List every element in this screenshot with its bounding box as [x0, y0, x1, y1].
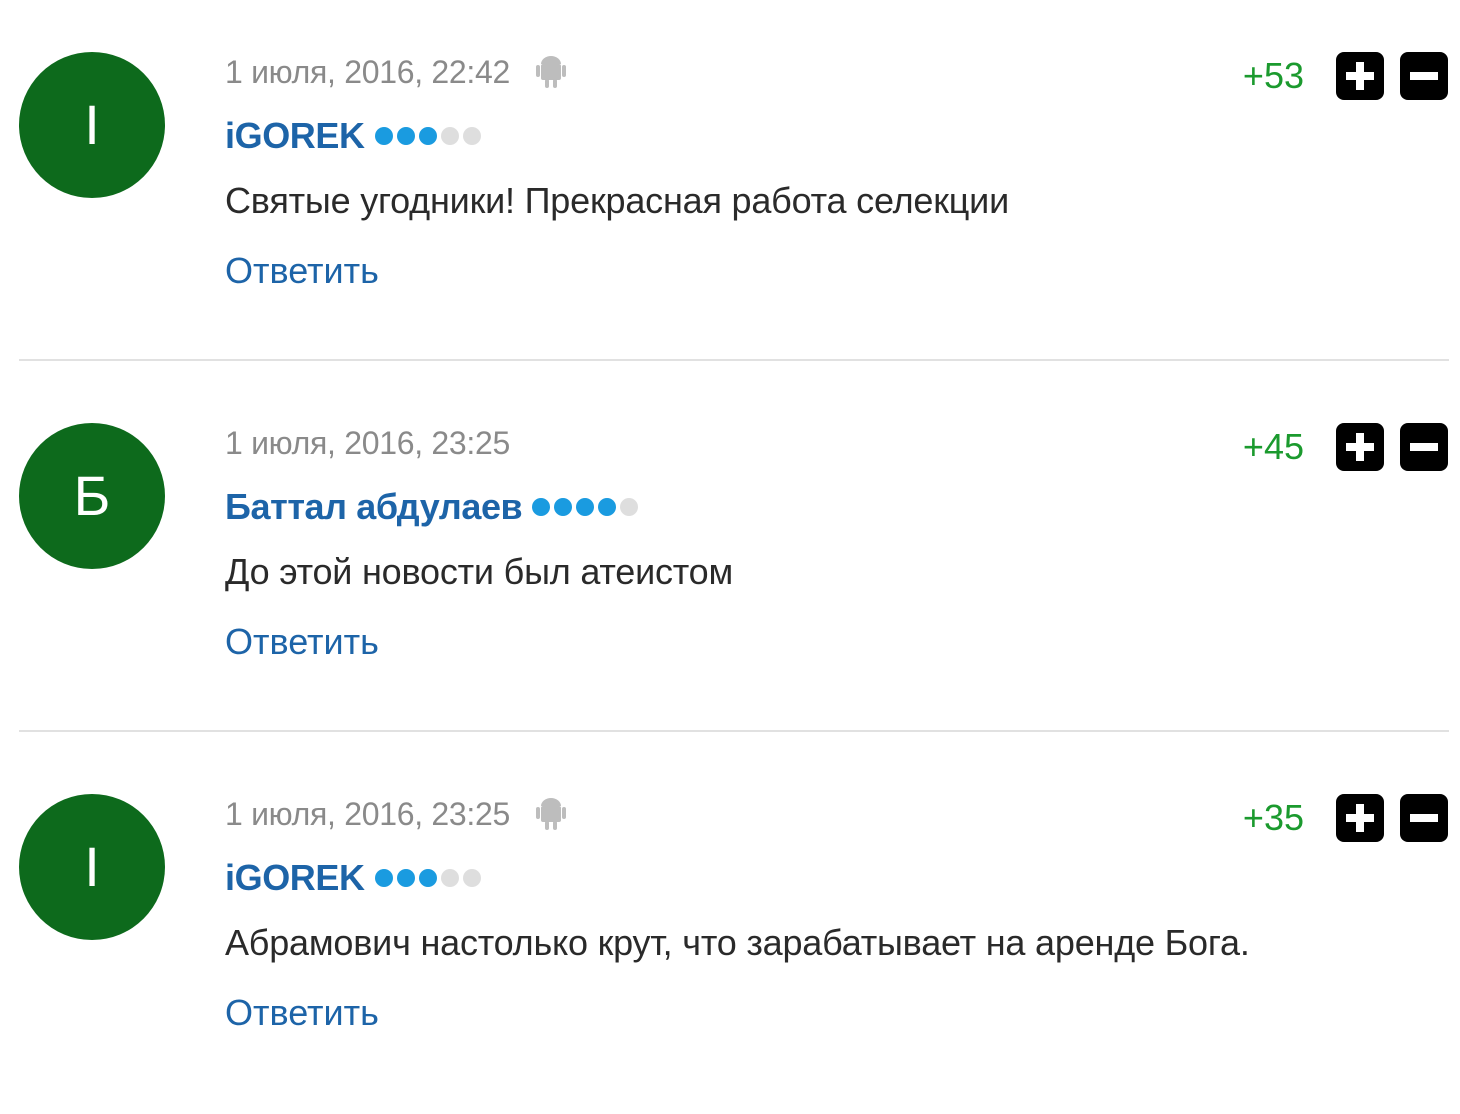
- reply-link[interactable]: Ответить: [225, 250, 379, 292]
- android-icon: [536, 56, 566, 88]
- rating-dot: [598, 498, 617, 516]
- android-icon: [536, 798, 566, 830]
- author-name[interactable]: Баттал абдулаев: [225, 486, 523, 528]
- comment-meta: 1 июля, 2016, 23:25: [225, 423, 510, 463]
- user-rating: [374, 127, 481, 145]
- author-row: Баттал абдулаев: [225, 485, 639, 529]
- rating-dot: [396, 869, 415, 887]
- reply-link[interactable]: Ответить: [225, 621, 379, 663]
- avatar[interactable]: Б: [19, 423, 165, 569]
- author-row: iGOREK: [225, 856, 481, 900]
- avatar[interactable]: I: [19, 52, 165, 198]
- divider: [19, 730, 1449, 732]
- downvote-button[interactable]: [1400, 52, 1448, 100]
- comment-score: +53: [1242, 55, 1304, 96]
- user-rating: [532, 498, 639, 516]
- author-row: iGOREK: [225, 114, 481, 158]
- downvote-button[interactable]: [1400, 423, 1448, 471]
- rating-dot: [374, 127, 393, 145]
- upvote-button[interactable]: [1336, 423, 1384, 471]
- vote-controls: +35: [1243, 794, 1448, 842]
- downvote-button[interactable]: [1400, 794, 1448, 842]
- author-name[interactable]: iGOREK: [225, 115, 365, 157]
- divider: [19, 359, 1449, 361]
- avatar[interactable]: I: [19, 794, 165, 940]
- rating-dot: [418, 869, 437, 887]
- rating-dot: [532, 498, 551, 516]
- comment-score: +45: [1242, 426, 1304, 467]
- rating-dot: [576, 498, 595, 516]
- rating-dot: [554, 498, 573, 516]
- rating-dot: [440, 127, 459, 145]
- upvote-button[interactable]: [1336, 794, 1384, 842]
- upvote-button[interactable]: [1336, 52, 1384, 100]
- user-rating: [374, 869, 481, 887]
- rating-dot: [462, 869, 481, 887]
- comment-item: I 1 июля, 2016, 23:25 iGOREK Абрамович н…: [0, 742, 1460, 1114]
- comment-date: 1 июля, 2016, 23:25: [225, 424, 510, 461]
- rating-dot: [620, 498, 639, 516]
- rating-dot: [462, 127, 481, 145]
- comment-item: I 1 июля, 2016, 22:42 iGOREK Святые угод…: [0, 0, 1460, 372]
- comment-meta: 1 июля, 2016, 22:42: [225, 52, 566, 92]
- comment-text: До этой новости был атеистом: [225, 551, 734, 592]
- comment-score: +35: [1242, 797, 1304, 838]
- rating-dot: [374, 869, 393, 887]
- rating-dot: [440, 869, 459, 887]
- comment-meta: 1 июля, 2016, 23:25: [225, 794, 566, 834]
- comment-item: Б 1 июля, 2016, 23:25 Баттал абдулаев До…: [0, 371, 1460, 743]
- comment-text: Абрамович настолько крут, что зарабатыва…: [225, 922, 1250, 963]
- vote-controls: +45: [1243, 423, 1448, 471]
- reply-link[interactable]: Ответить: [225, 992, 379, 1034]
- comment-text: Святые угодники! Прекрасная работа селек…: [225, 180, 1009, 221]
- rating-dot: [396, 127, 415, 145]
- vote-controls: +53: [1243, 52, 1448, 100]
- comment-date: 1 июля, 2016, 22:42: [225, 53, 510, 90]
- author-name[interactable]: iGOREK: [225, 857, 365, 899]
- comment-date: 1 июля, 2016, 23:25: [225, 795, 510, 832]
- rating-dot: [418, 127, 437, 145]
